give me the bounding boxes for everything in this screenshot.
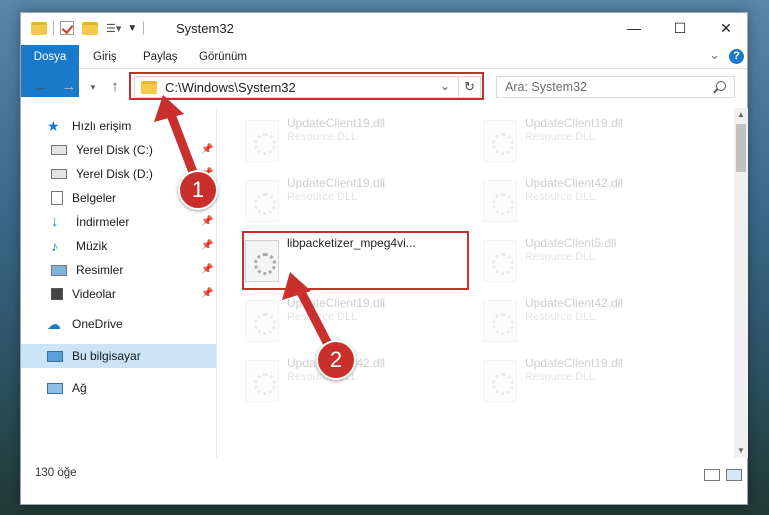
drive-icon xyxy=(51,169,67,179)
quick-access-toolbar: ☰▾ ▼ xyxy=(31,21,150,35)
sidebar-item-pictures[interactable]: Resimler xyxy=(51,258,123,282)
navigation-pane: ★ Hızlı erişim Yerel Disk (C:) 📌 Yerel D… xyxy=(21,108,217,458)
forward-button[interactable]: → xyxy=(59,77,79,97)
ribbon-expand-icon[interactable]: ⌄ xyxy=(709,47,720,63)
vertical-scrollbar[interactable]: ▲ ▼ xyxy=(734,108,748,458)
sidebar-item-drive-d[interactable]: Yerel Disk (D:) xyxy=(51,162,153,186)
back-button[interactable]: ← xyxy=(31,77,51,97)
navigation-bar: ← → ▾ ↑ C:\Windows\System32 ⌄ ↻ Ara: Sys… xyxy=(21,71,747,103)
scroll-down-icon[interactable]: ▼ xyxy=(734,444,748,458)
maximize-button[interactable]: ☐ xyxy=(657,13,703,43)
dll-file-icon xyxy=(483,360,517,402)
ribbon-tabs: Dosya Giriş Paylaş Görünüm ⌄ ? xyxy=(21,45,747,97)
sidebar-item-music[interactable]: ♪ Müzik xyxy=(51,234,107,258)
pin-icon[interactable]: 📌 xyxy=(201,144,213,155)
step-2-badge: 2 xyxy=(316,340,356,380)
pin-icon[interactable]: 📌 xyxy=(201,264,213,275)
drive-icon xyxy=(51,145,67,155)
large-icons-view-icon[interactable] xyxy=(726,469,742,481)
dll-file-icon xyxy=(245,360,279,402)
help-icon[interactable]: ? xyxy=(729,49,744,64)
sidebar-item-videos[interactable]: Videolar xyxy=(51,282,116,306)
pin-icon[interactable]: 📌 xyxy=(201,288,213,299)
item-count: 130 öğe xyxy=(35,467,77,479)
list-item[interactable]: UpdateClient42.dll Resource DLL xyxy=(479,294,709,346)
list-item[interactable]: UpdateClient42.dll Resource DLL xyxy=(241,354,471,406)
tab-home[interactable]: Giriş xyxy=(83,45,127,69)
folder-icon xyxy=(31,21,47,35)
sidebar-item-this-pc[interactable]: Bu bilgisayar xyxy=(47,344,141,368)
close-button[interactable]: ✕ xyxy=(703,13,749,43)
up-button[interactable]: ↑ xyxy=(105,77,125,97)
recent-locations-button[interactable]: ▾ xyxy=(83,77,103,97)
dll-file-icon xyxy=(245,120,279,162)
sidebar-item-downloads[interactable]: ↓ İndirmeler xyxy=(51,210,129,234)
sidebar-item-drive-c[interactable]: Yerel Disk (C:) xyxy=(51,138,153,162)
search-icon[interactable] xyxy=(716,81,726,91)
documents-icon xyxy=(51,191,63,205)
title-bar: ☰▾ ▼ System32 — ☐ ✕ xyxy=(21,13,747,45)
search-box[interactable]: Ara: System32 xyxy=(496,76,735,98)
sidebar-item-quick-access[interactable]: ★ Hızlı erişim xyxy=(47,114,131,138)
customize-toolbar-icon[interactable]: ☰▾ xyxy=(106,22,121,35)
tab-share[interactable]: Paylaş xyxy=(133,45,188,69)
chevron-down-icon[interactable]: ▼ xyxy=(127,23,137,34)
address-highlight-box xyxy=(129,72,484,100)
scroll-up-icon[interactable]: ▲ xyxy=(734,108,748,122)
list-item[interactable]: UpdateClient5.dll Resource DLL xyxy=(479,234,709,286)
music-icon: ♪ xyxy=(51,238,58,254)
list-item[interactable]: UpdateClient19.dll Resource DLL xyxy=(241,294,471,346)
dll-file-icon xyxy=(483,120,517,162)
dll-file-icon xyxy=(483,300,517,342)
list-item[interactable]: UpdateClient19.dll Resource DLL xyxy=(479,354,709,406)
pin-icon[interactable]: 📌 xyxy=(201,216,213,227)
list-item[interactable]: UpdateClient42.dll Resource DLL xyxy=(479,174,709,226)
list-item[interactable]: UpdateClient19.dll Resource DLL xyxy=(479,114,709,166)
dll-file-icon xyxy=(483,240,517,282)
dll-file-icon xyxy=(483,180,517,222)
star-icon: ★ xyxy=(47,118,60,134)
cloud-icon: ☁ xyxy=(47,316,61,332)
pin-icon[interactable]: 📌 xyxy=(201,240,213,251)
details-view-icon[interactable] xyxy=(704,469,720,481)
downloads-icon: ↓ xyxy=(51,213,59,230)
computer-icon xyxy=(47,350,63,362)
list-item[interactable]: UpdateClient19.dll Resource DLL xyxy=(241,174,471,226)
minimize-button[interactable]: — xyxy=(611,13,657,43)
window-title: System32 xyxy=(176,21,234,36)
network-icon xyxy=(47,382,63,394)
scroll-thumb[interactable] xyxy=(736,124,746,172)
explorer-window: ☰▾ ▼ System32 — ☐ ✕ Dosya Giriş Paylaş G… xyxy=(20,12,748,505)
sidebar-item-network[interactable]: Ağ xyxy=(47,376,87,400)
sidebar-item-onedrive[interactable]: ☁ OneDrive xyxy=(47,312,123,336)
list-item[interactable]: UpdateClient19.dll Resource DLL xyxy=(241,114,471,166)
new-folder-icon[interactable] xyxy=(82,21,98,35)
videos-icon xyxy=(51,288,63,300)
status-bar: 130 öğe xyxy=(21,463,747,485)
search-placeholder[interactable]: Ara: System32 xyxy=(505,80,587,94)
dll-file-icon xyxy=(245,300,279,342)
file-highlight-box xyxy=(242,231,469,290)
tab-view[interactable]: Görünüm xyxy=(189,45,257,69)
properties-icon[interactable] xyxy=(60,21,74,35)
step-1-badge: 1 xyxy=(178,170,218,210)
sidebar-item-documents[interactable]: Belgeler xyxy=(51,186,116,210)
dll-file-icon xyxy=(245,180,279,222)
pictures-icon xyxy=(51,264,67,276)
